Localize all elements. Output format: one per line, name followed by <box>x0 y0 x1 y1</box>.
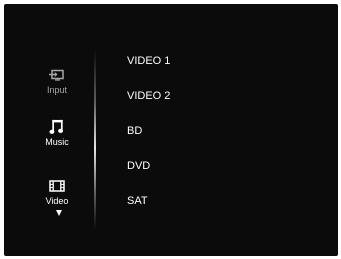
sidebar-item-label: Video <box>45 196 69 206</box>
sidebar-item-music[interactable]: Music <box>34 119 80 148</box>
tv-menu-screen: Input Music Video VIDEO 1 VIDEO 2 BD DVD… <box>4 4 338 256</box>
sidebar-item-label: Input <box>46 85 68 95</box>
input-icon <box>49 69 64 81</box>
menu-divider <box>94 49 96 229</box>
sidebar-item-video[interactable]: Video <box>34 178 80 207</box>
source-item-video-2[interactable]: VIDEO 2 <box>127 89 170 103</box>
triangle-down-icon[interactable] <box>56 210 62 216</box>
film-icon <box>49 180 65 192</box>
music-note-icon <box>49 119 64 134</box>
source-item-bd[interactable]: BD <box>127 124 142 138</box>
source-item-video-1[interactable]: VIDEO 1 <box>127 54 170 68</box>
source-item-dvd[interactable]: DVD <box>127 159 150 173</box>
source-item-sat[interactable]: SAT <box>127 194 148 208</box>
sidebar-item-label: Music <box>45 137 69 147</box>
sidebar-item-input[interactable]: Input <box>34 67 80 96</box>
